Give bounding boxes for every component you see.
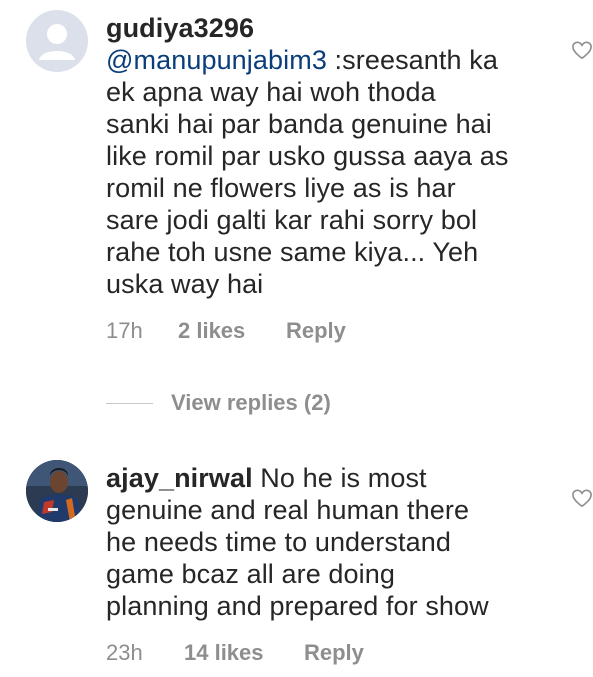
comment-username[interactable]: ajay_nirwal bbox=[106, 463, 253, 493]
divider bbox=[106, 402, 153, 404]
comment-username[interactable]: gudiya3296 bbox=[106, 13, 254, 43]
likes-count[interactable]: 14 likes bbox=[184, 640, 264, 666]
comment-timestamp: 23h bbox=[106, 640, 143, 665]
likes-count[interactable]: 2 likes bbox=[178, 318, 245, 344]
comment-content: :sreesanth ka ek apna way hai woh thoda … bbox=[106, 45, 509, 299]
comment-body: ajay_nirwal No he is most genuine and re… bbox=[106, 462, 536, 622]
reply-button[interactable]: Reply bbox=[286, 318, 346, 344]
comment-body: gudiya3296 @manupunjabim3 :sreesanth ka e… bbox=[106, 12, 536, 300]
profile-photo-icon bbox=[26, 460, 88, 522]
comment-text: ajay_nirwal No he is most genuine and re… bbox=[106, 462, 536, 622]
comment-text: gudiya3296 @manupunjabim3 :sreesanth ka e… bbox=[106, 12, 536, 300]
heart-outline-icon[interactable] bbox=[571, 488, 593, 508]
heart-outline-icon[interactable] bbox=[571, 40, 593, 60]
view-replies-button[interactable]: View replies (2) bbox=[106, 388, 331, 418]
view-replies-label: View replies (2) bbox=[171, 390, 331, 415]
reply-button[interactable]: Reply bbox=[304, 640, 364, 666]
mention-link[interactable]: @manupunjabim3 bbox=[106, 45, 327, 75]
avatar[interactable] bbox=[26, 10, 88, 72]
avatar[interactable] bbox=[26, 460, 88, 522]
default-avatar-icon bbox=[39, 24, 75, 60]
comment-timestamp: 17h bbox=[106, 318, 143, 343]
